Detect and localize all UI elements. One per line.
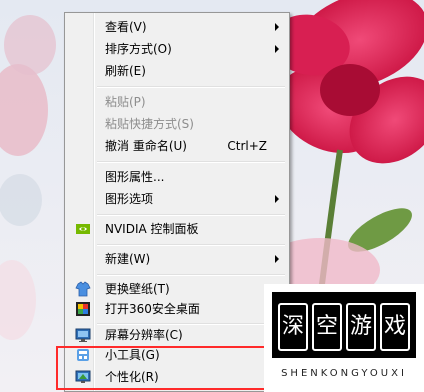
menu-item-new[interactable]: 新建(W) bbox=[67, 248, 287, 270]
menu-item-view[interactable]: 查看(V) bbox=[67, 16, 287, 38]
menu-item-graphics-properties-label: 图形属性... bbox=[105, 170, 165, 184]
menu-item-undo[interactable]: 撤消 重命名(U) Ctrl+Z bbox=[67, 135, 287, 157]
menu-item-refresh[interactable]: 刷新(E) bbox=[67, 60, 287, 82]
menu-item-new-label: 新建(W) bbox=[105, 252, 151, 266]
menu-item-nvidia[interactable]: NVIDIA 控制面板 bbox=[67, 218, 287, 240]
monitor-icon bbox=[75, 327, 91, 343]
menu-item-graphics-properties[interactable]: 图形属性... bbox=[67, 166, 287, 188]
watermark-char: 深 bbox=[278, 303, 308, 351]
menu-item-refresh-label: 刷新(E) bbox=[105, 64, 146, 78]
nvidia-icon bbox=[75, 221, 91, 237]
watermark-char: 游 bbox=[346, 303, 376, 351]
menu-item-change-wallpaper[interactable]: 更换壁纸(T) bbox=[67, 278, 287, 300]
menu-item-graphics-options[interactable]: 图形选项 bbox=[67, 188, 287, 210]
watermark-text: SHENKONGYOUXI bbox=[281, 368, 407, 379]
menu-item-screen-resolution-label: 屏幕分辨率(C) bbox=[105, 328, 183, 342]
360-desktop-icon bbox=[75, 301, 91, 317]
menu-separator bbox=[97, 274, 285, 276]
menu-item-sort-label: 排序方式(O) bbox=[105, 42, 172, 56]
menu-item-sort[interactable]: 排序方式(O) bbox=[67, 38, 287, 60]
desktop-context-menu: 查看(V) 排序方式(O) 刷新(E) 粘贴(P) 粘贴快捷方式(S) 撤消 重… bbox=[64, 12, 290, 392]
menu-separator bbox=[97, 244, 285, 246]
submenu-arrow-icon bbox=[275, 45, 279, 53]
watermark-logo: 深 空 游 戏 SHENKONGYOUXI bbox=[264, 284, 424, 392]
watermark-char: 空 bbox=[312, 303, 342, 351]
menu-item-paste-shortcut-label: 粘贴快捷方式(S) bbox=[105, 117, 194, 131]
menu-item-screen-resolution[interactable]: 屏幕分辨率(C) bbox=[67, 324, 287, 346]
menu-item-undo-label: 撤消 重命名(U) bbox=[105, 139, 187, 153]
menu-item-paste[interactable]: 粘贴(P) bbox=[67, 91, 287, 113]
submenu-arrow-icon bbox=[275, 195, 279, 203]
menu-item-graphics-options-label: 图形选项 bbox=[105, 192, 154, 206]
menu-item-open-360[interactable]: 打开360安全桌面 bbox=[67, 298, 287, 320]
submenu-arrow-icon bbox=[275, 255, 279, 263]
watermark-char: 戏 bbox=[380, 303, 410, 351]
menu-separator bbox=[97, 161, 285, 163]
watermark-black-panel: 深 空 游 戏 bbox=[272, 292, 416, 358]
menu-separator bbox=[97, 86, 285, 88]
menu-item-open-360-label: 打开360安全桌面 bbox=[105, 302, 200, 316]
menu-separator bbox=[97, 214, 285, 216]
menu-item-change-wallpaper-label: 更换壁纸(T) bbox=[105, 282, 170, 296]
submenu-arrow-icon bbox=[275, 23, 279, 31]
menu-item-paste-shortcut[interactable]: 粘贴快捷方式(S) bbox=[67, 113, 287, 135]
menu-item-nvidia-label: NVIDIA 控制面板 bbox=[105, 222, 199, 236]
menu-item-paste-label: 粘贴(P) bbox=[105, 95, 146, 109]
menu-item-undo-shortcut: Ctrl+Z bbox=[227, 139, 267, 153]
shirt-icon bbox=[75, 281, 91, 297]
menu-item-view-label: 查看(V) bbox=[105, 20, 147, 34]
